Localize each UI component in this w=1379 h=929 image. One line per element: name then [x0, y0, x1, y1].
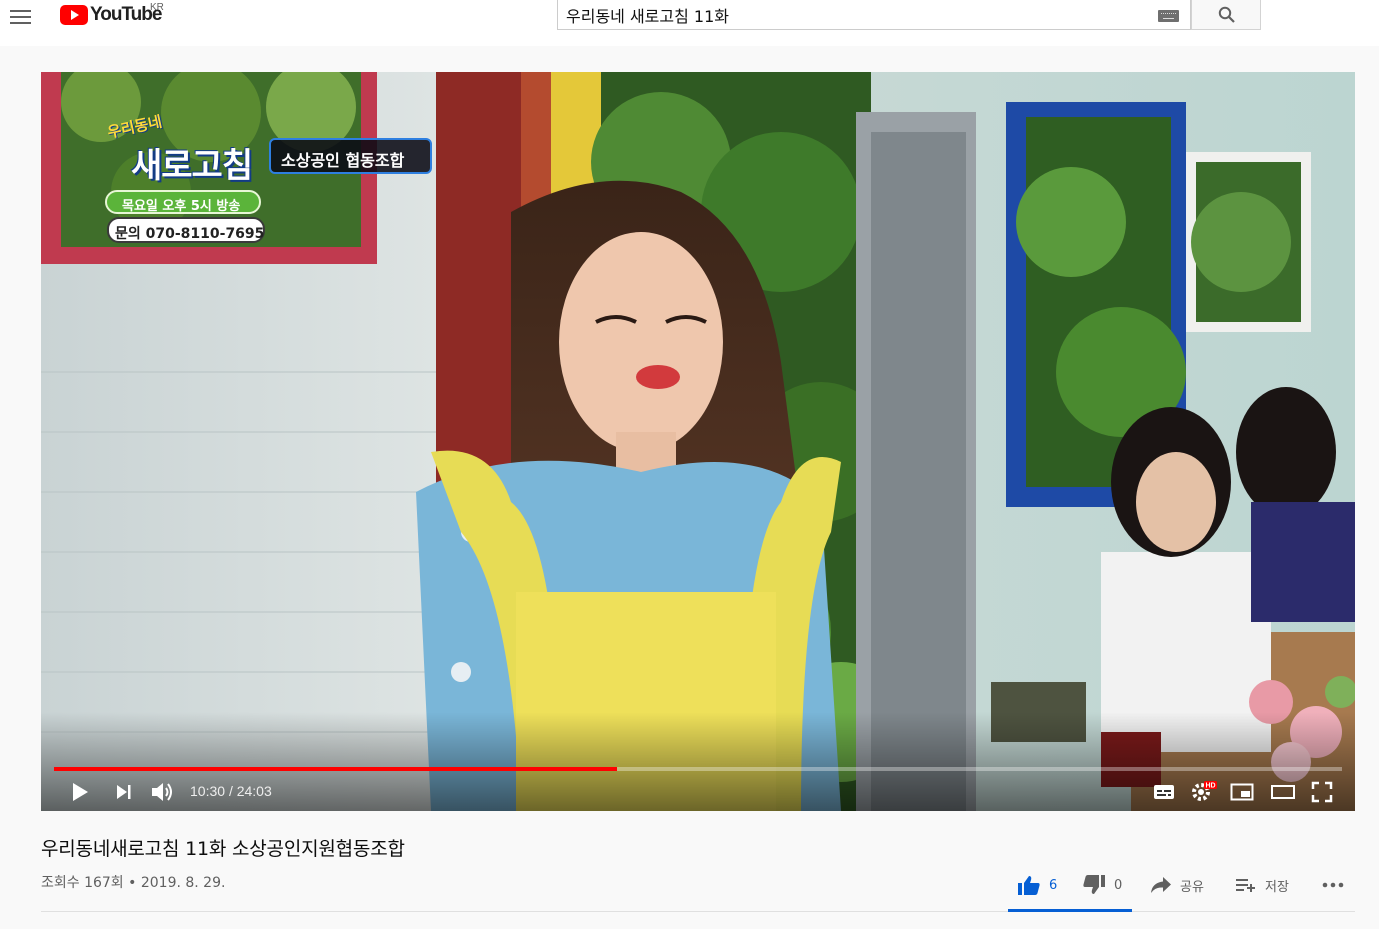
more-actions-button[interactable]	[1322, 870, 1344, 900]
progress-played	[54, 767, 617, 771]
more-horizontal-icon	[1322, 882, 1344, 888]
show-logo-overlay: 우리동네 새로고침 소상공인 협동조합 목요일 오후 5시 방송 문의 070-…	[101, 100, 441, 250]
dislike-count: 0	[1114, 877, 1123, 893]
total-time: 24:03	[236, 783, 272, 799]
info-divider	[41, 911, 1355, 912]
progress-bar[interactable]	[54, 767, 1342, 771]
search-button[interactable]	[1191, 0, 1261, 30]
next-icon[interactable]	[114, 782, 134, 802]
country-code: KR	[150, 2, 164, 13]
time-separator: /	[228, 783, 237, 799]
theater-mode-icon[interactable]	[1270, 783, 1296, 801]
share-button[interactable]: 공유	[1150, 870, 1204, 900]
fullscreen-icon[interactable]	[1311, 781, 1333, 803]
contact-badge: 문의 070-8110-7695	[107, 217, 265, 243]
play-icon[interactable]	[69, 781, 91, 803]
youtube-logo[interactable]: YouTube	[60, 3, 162, 27]
share-label: 공유	[1180, 879, 1204, 895]
like-button[interactable]: 6	[1017, 870, 1057, 900]
hamburger-menu-icon[interactable]	[9, 4, 33, 28]
air-time-text: 목요일 오후 5시 방송	[122, 199, 241, 214]
search-input[interactable]	[566, 3, 1146, 27]
playlist-add-icon	[1236, 879, 1255, 892]
share-icon	[1151, 877, 1171, 893]
sentiment-bar	[1008, 909, 1132, 912]
keyboard-icon[interactable]	[1158, 10, 1179, 22]
miniplayer-icon[interactable]	[1230, 782, 1254, 802]
video-title: 우리동네새로고침 11화 소상공인지원협동조합	[41, 838, 405, 860]
volume-icon[interactable]	[150, 780, 176, 804]
video-player[interactable]: 우리동네 새로고침 소상공인 협동조합 목요일 오후 5시 방송 문의 070-…	[41, 72, 1355, 811]
episode-banner-text: 소상공인 협동조합	[281, 151, 405, 170]
show-title-big: 새로고침	[131, 146, 253, 186]
save-button[interactable]: 저장	[1235, 870, 1289, 900]
dislike-button[interactable]: 0	[1082, 870, 1122, 900]
like-count: 6	[1049, 877, 1058, 893]
svg-text:HD: HD	[1206, 783, 1216, 790]
search-box	[557, 0, 1191, 30]
contact-text: 문의 070-8110-7695	[115, 226, 265, 242]
subtitles-icon[interactable]	[1153, 783, 1175, 801]
video-meta: 조회수 167회 • 2019. 8. 29.	[41, 875, 226, 891]
thumbs-down-icon	[1083, 875, 1105, 894]
current-time: 10:30	[190, 783, 226, 799]
episode-banner: 소상공인 협동조합	[269, 138, 432, 174]
settings-icon[interactable]: HD	[1190, 778, 1218, 804]
masthead: YouTube KR	[0, 0, 1379, 46]
thumbs-up-icon	[1018, 876, 1040, 895]
time-display: 10:30 / 24:03	[190, 783, 272, 799]
youtube-play-logo-icon	[60, 5, 88, 25]
search-icon	[1218, 6, 1235, 23]
air-time-badge: 목요일 오후 5시 방송	[105, 190, 261, 214]
save-label: 저장	[1265, 879, 1289, 895]
